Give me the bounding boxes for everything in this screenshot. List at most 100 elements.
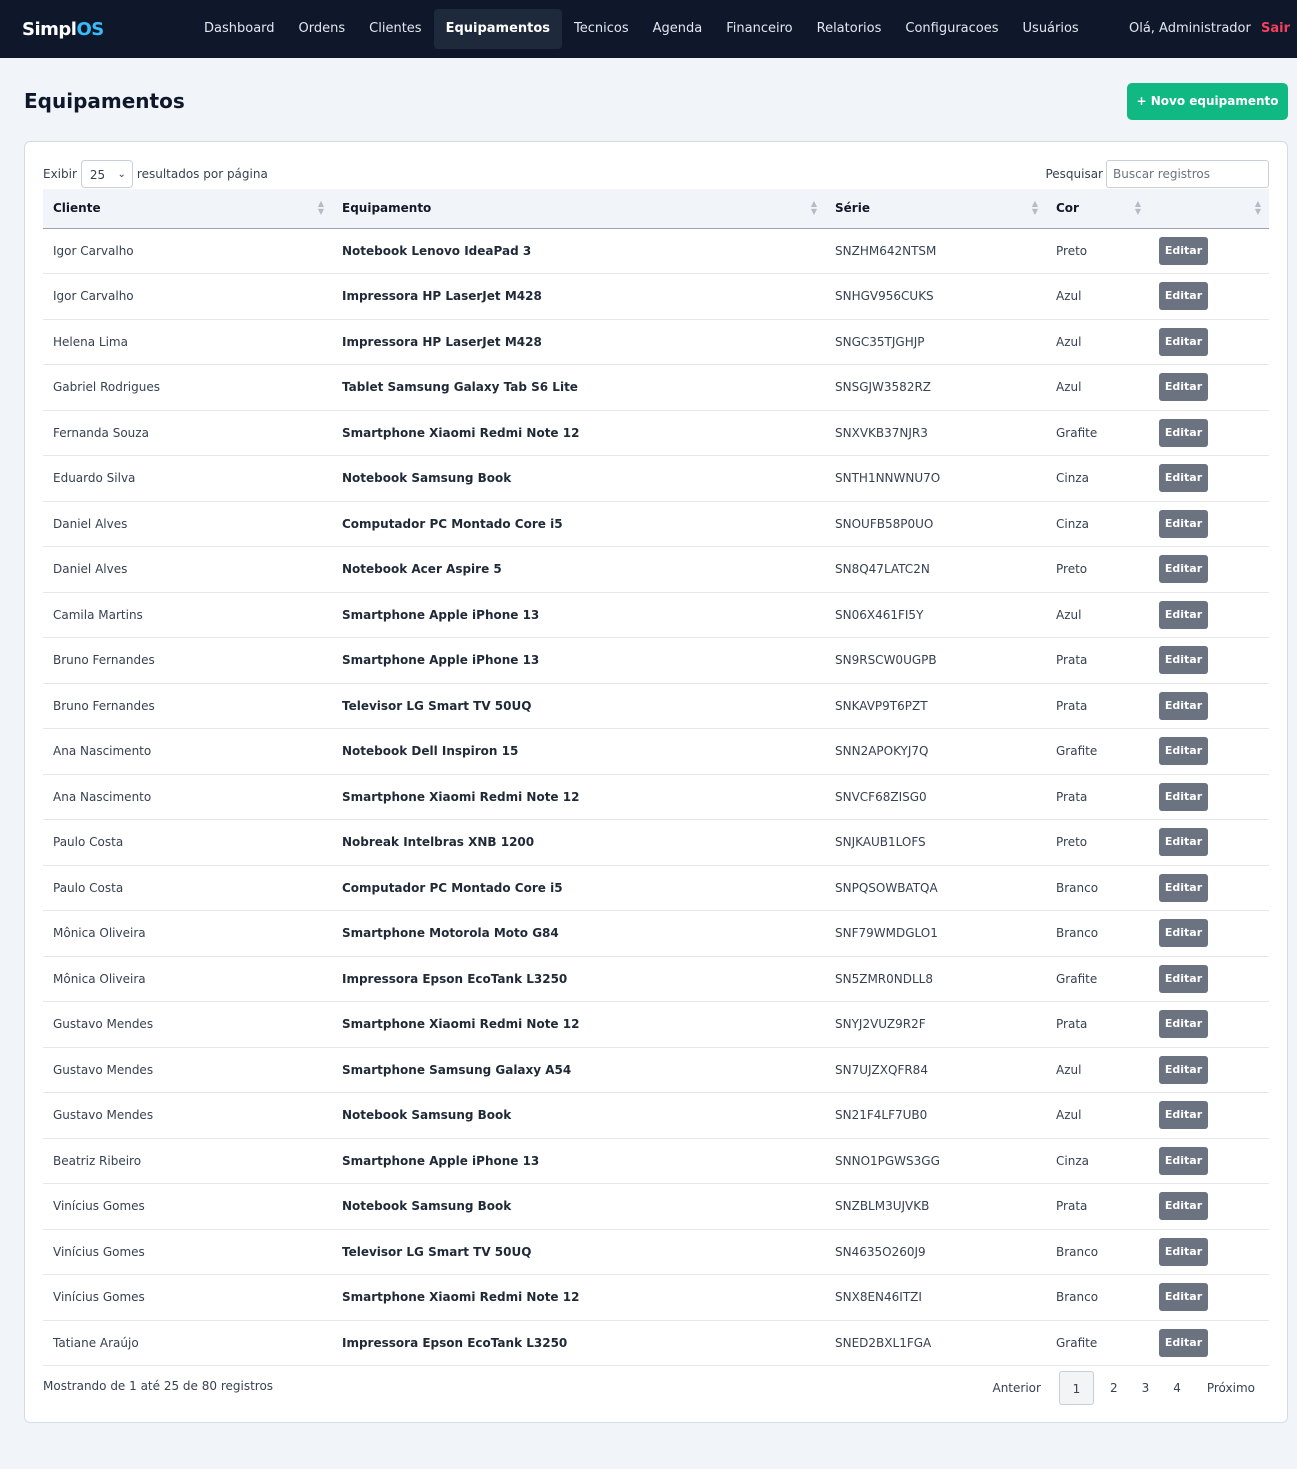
cell-serie: SNZBLM3UJVKB [825, 1183, 1046, 1230]
table-row: Helena Lima Impressora HP LaserJet M428 SN… [43, 319, 1269, 365]
main-nav: Dashboard Ordens Clientes Equipamentos Tecni… [192, 9, 1091, 49]
nav-item-clientes[interactable]: Clientes [357, 9, 433, 49]
column-header[interactable]: Equipamento ▲ ▼ [332, 189, 825, 229]
cell-actions: Editar [1149, 273, 1269, 320]
edit-button[interactable]: Editar [1159, 782, 1208, 811]
nav-item-usuarios[interactable]: Usuários [1011, 9, 1091, 49]
column-header[interactable]: Cor ▲ ▼ [1046, 189, 1149, 229]
page-title: Equipamentos [24, 89, 185, 113]
edit-button[interactable]: Editar [1159, 464, 1208, 493]
cell-equipamento: Smartphone Xiaomi Redmi Note 12 [332, 1001, 825, 1048]
cell-cliente: Vinícius Gomes [43, 1183, 332, 1230]
cell-serie: SNHGV956CUKS [825, 273, 1046, 320]
cell-cliente: Gustavo Mendes [43, 1092, 332, 1139]
cell-serie: SN7UJZXQFR84 [825, 1047, 1046, 1093]
column-header[interactable]: Cliente ▲ ▼ [43, 189, 332, 229]
nav-item-financeiro[interactable]: Financeiro [714, 9, 804, 49]
cell-equipamento: Computador PC Montado Core i5 [332, 501, 825, 547]
nav-item-dashboard[interactable]: Dashboard [192, 9, 287, 49]
cell-cor: Branco [1046, 1274, 1149, 1321]
edit-button[interactable]: Editar [1159, 1146, 1208, 1175]
pagination-next[interactable]: Próximo [1193, 1371, 1269, 1405]
cell-cor: Cinza [1046, 1138, 1149, 1184]
pagination-page[interactable]: 1 [1058, 1371, 1094, 1405]
cell-serie: SNZHM642NTSM [825, 228, 1046, 274]
column-header[interactable]: Série ▲ ▼ [825, 189, 1046, 229]
edit-button[interactable]: Editar [1159, 646, 1208, 675]
cell-actions: Editar [1149, 1092, 1269, 1139]
table-header-row: Cliente ▲ ▼ Equipamento ▲ ▼ Série ▲ ▼ Cor ▲ ▼ ▲ ▼ [43, 189, 1269, 229]
cell-actions: Editar [1149, 364, 1269, 411]
cell-cliente: Gustavo Mendes [43, 1001, 332, 1048]
page-size-select[interactable]: 25 ⌄ [80, 160, 133, 188]
cell-cliente: Eduardo Silva [43, 455, 332, 502]
column-header[interactable]: ▲ ▼ [1149, 189, 1269, 229]
pagination-page[interactable]: 2 [1098, 1371, 1130, 1405]
cell-cor: Branco [1046, 865, 1149, 911]
edit-button[interactable]: Editar [1159, 418, 1208, 447]
new-equipment-button[interactable]: + Novo equipamento [1127, 83, 1288, 120]
pagination: Anterior 1 2 3 4 Próximo [978, 1371, 1269, 1405]
search-control: Pesquisar [1045, 160, 1269, 188]
cell-cliente: Vinícius Gomes [43, 1274, 332, 1321]
edit-button[interactable]: Editar [1159, 282, 1208, 311]
cell-cor: Grafite [1046, 956, 1149, 1002]
cell-cliente: Camila Martins [43, 592, 332, 638]
search-label: Pesquisar [1045, 167, 1103, 181]
cell-equipamento: Notebook Dell Inspiron 15 [332, 728, 825, 775]
edit-button[interactable]: Editar [1159, 600, 1208, 629]
table-row: Vinícius Gomes Notebook Samsung Book SNZBL… [43, 1183, 1269, 1230]
edit-button[interactable]: Editar [1159, 327, 1208, 356]
edit-button[interactable]: Editar [1159, 964, 1208, 993]
cell-cliente: Vinícius Gomes [43, 1229, 332, 1275]
nav-item-agenda[interactable]: Agenda [641, 9, 715, 49]
cell-serie: SN06X461FI5Y [825, 592, 1046, 638]
logout-link[interactable]: Sair [1261, 21, 1290, 36]
edit-button[interactable]: Editar [1159, 1055, 1208, 1084]
edit-button[interactable]: Editar [1159, 1237, 1208, 1266]
pagination-page[interactable]: 3 [1130, 1371, 1162, 1405]
search-input[interactable] [1106, 160, 1269, 188]
edit-button[interactable]: Editar [1159, 691, 1208, 720]
cell-actions: Editar [1149, 774, 1269, 820]
cell-equipamento: Smartphone Apple iPhone 13 [332, 637, 825, 684]
table-row: Camila Martins Smartphone Apple iPhone 13… [43, 592, 1269, 638]
pagination-prev[interactable]: Anterior [978, 1371, 1054, 1405]
cell-cliente: Paulo Costa [43, 819, 332, 866]
edit-button[interactable]: Editar [1159, 1010, 1208, 1039]
edit-button[interactable]: Editar [1159, 873, 1208, 902]
nav-item-relatorios[interactable]: Relatorios [805, 9, 894, 49]
edit-button[interactable]: Editar [1159, 555, 1208, 584]
cell-cor: Preto [1046, 819, 1149, 866]
edit-button[interactable]: Editar [1159, 509, 1208, 538]
nav-item-equipamentos[interactable]: Equipamentos [433, 9, 563, 49]
cell-cor: Azul [1046, 1092, 1149, 1139]
cell-equipamento: Smartphone Motorola Moto G84 [332, 910, 825, 957]
nav-item-ordens[interactable]: Ordens [287, 9, 358, 49]
cell-cor: Branco [1046, 1229, 1149, 1275]
cell-serie: SNTH1NNWNU7O [825, 455, 1046, 502]
user-area: Olá, Administrador Sair [1129, 21, 1290, 36]
table-row: Vinícius Gomes Smartphone Xiaomi Redmi No… [43, 1274, 1269, 1321]
cell-cliente: Ana Nascimento [43, 774, 332, 820]
cell-cliente: Bruno Fernandes [43, 637, 332, 684]
table-row: Bruno Fernandes Smartphone Apple iPhone 1… [43, 637, 1269, 684]
nav-item-configuracoes[interactable]: Configuracoes [893, 9, 1010, 49]
cell-equipamento: Smartphone Apple iPhone 13 [332, 592, 825, 638]
edit-button[interactable]: Editar [1159, 828, 1208, 857]
brand-logo[interactable]: SimplOS [22, 19, 104, 40]
edit-button[interactable]: Editar [1159, 737, 1208, 766]
edit-button[interactable]: Editar [1159, 236, 1208, 265]
cell-equipamento: Impressora Epson EcoTank L3250 [332, 956, 825, 1002]
cell-actions: Editar [1149, 228, 1269, 274]
edit-button[interactable]: Editar [1159, 1192, 1208, 1221]
cell-cor: Grafite [1046, 728, 1149, 775]
edit-button[interactable]: Editar [1159, 1283, 1208, 1312]
edit-button[interactable]: Editar [1159, 919, 1208, 948]
nav-item-tecnicos[interactable]: Tecnicos [562, 9, 641, 49]
cell-equipamento: Smartphone Xiaomi Redmi Note 12 [332, 774, 825, 820]
edit-button[interactable]: Editar [1159, 1101, 1208, 1130]
edit-button[interactable]: Editar [1159, 373, 1208, 402]
edit-button[interactable]: Editar [1159, 1328, 1208, 1357]
pagination-page[interactable]: 4 [1161, 1371, 1193, 1405]
